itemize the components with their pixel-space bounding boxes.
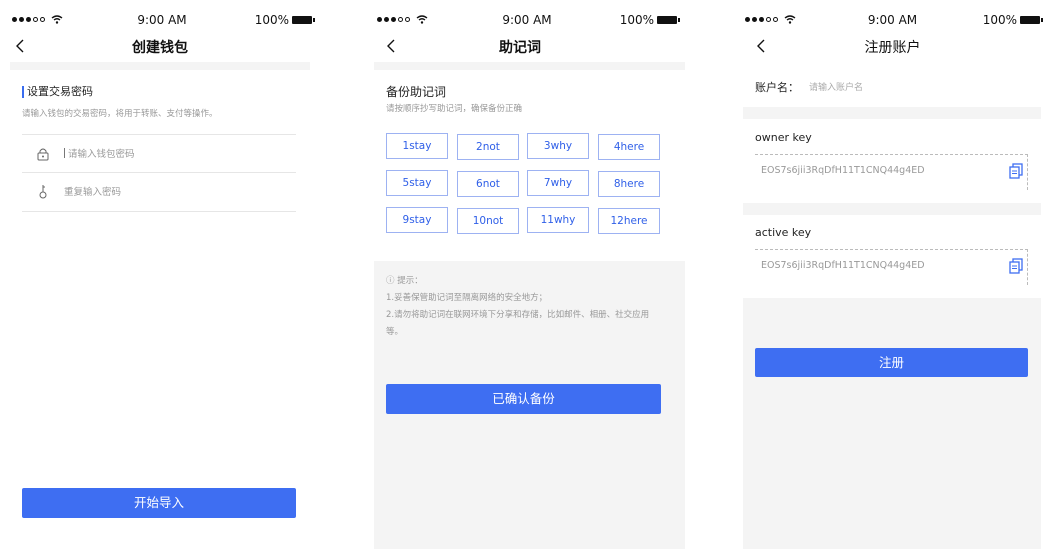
mnemonic-word: 10not [457,208,519,234]
register-button[interactable]: 注册 [755,348,1028,377]
divider [743,203,1041,215]
section-title: 设置交易密码 [22,86,93,98]
backup-description: 请按顺序抄写助记词，确保备份正确 [386,104,523,114]
status-bar: 9:00 AM 100% [745,12,1043,28]
nav-bar: 创建钱包 [0,30,320,62]
tip-line-1: 1.妥善保管助记词至隔离网络的安全地方； [386,293,548,303]
active-key-label: active key [755,226,812,239]
key-icon [36,184,50,199]
bottom-panel [743,298,1041,549]
tips-heading: ⓘ 提示： [386,276,423,286]
nav-bar: 注册账户 [735,30,1050,62]
mnemonic-word: 11why [527,207,589,233]
battery-percent: 100% [619,13,654,27]
page-title: 注册账户 [864,40,921,56]
backup-title: 备份助记词 [386,85,447,99]
battery-indicator: 100% [982,13,1043,27]
mnemonic-word: 9stay [386,207,448,233]
page-title: 创建钱包 [132,40,188,56]
battery-percent: 100% [982,13,1017,27]
screen-create-wallet: 9:00 AM 100% 创建钱包 设置交易密码 请输入钱包的交易密码，将用于转… [0,0,320,549]
active-key-value: EOS7s6jii3RqDfH11T1CNQ44g4ED [761,260,925,271]
mnemonic-word: 4here [598,134,660,160]
tips-text: ⓘ 提示： 1.妥善保管助记词至隔离网络的安全地方； 2.请勿将助记词在联网环境… [386,273,656,341]
status-bar: 9:00 AM 100% [12,12,315,28]
section-description: 请输入钱包的交易密码，将用于转账、支付等操作。 [22,109,218,119]
start-import-button[interactable]: 开始导入 [22,488,296,518]
lock-icon [36,146,50,161]
mnemonic-word: 5stay [386,170,448,196]
mnemonic-word: 3why [527,133,589,159]
screen-mnemonic: 9:00 AM 100% 助记词 备份助记词 请按顺序抄写助记词，确保备份正确 … [365,0,685,549]
mnemonic-word: 12here [598,208,660,234]
battery-indicator: 100% [254,13,315,27]
tip-line-2: 2.请勿将助记词在联网环境下分享和存储，比如邮件、相册、社交应用等。 [386,310,650,337]
owner-key-box: EOS7s6jii3RqDfH11T1CNQ44g4ED [755,154,1028,190]
divider [10,62,310,70]
battery-icon [292,16,315,24]
repeat-password-field[interactable]: 重复输入密码 [22,172,296,212]
password-placeholder: 请输入钱包密码 [68,149,135,160]
status-bar: 9:00 AM 100% [377,12,680,28]
owner-key-label: owner key [755,131,812,144]
mnemonic-word: 8here [598,171,660,197]
divider [374,62,685,70]
repeat-placeholder: 重复输入密码 [64,187,122,198]
account-input[interactable]: 请输入账户名 [809,80,959,93]
active-key-box: EOS7s6jii3RqDfH11T1CNQ44g4ED [755,249,1028,285]
nav-bar: 助记词 [365,30,685,62]
copy-icon[interactable] [1009,163,1023,179]
battery-indicator: 100% [619,13,680,27]
copy-icon[interactable] [1009,258,1023,274]
account-label: 账户名： [755,81,799,94]
mnemonic-word: 2not [457,134,519,160]
mnemonic-word: 6not [457,171,519,197]
mnemonic-word: 1stay [386,133,448,159]
mnemonic-word: 7why [527,170,589,196]
divider [743,107,1041,119]
battery-icon [657,16,680,24]
screen-register: 9:00 AM 100% 注册账户 账户名： 请输入账户名 owner key … [735,0,1050,549]
password-field[interactable]: 请输入钱包密码 [22,134,296,173]
battery-icon [1020,16,1043,24]
page-title: 助记词 [499,40,541,56]
owner-key-value: EOS7s6jii3RqDfH11T1CNQ44g4ED [761,165,925,176]
battery-percent: 100% [254,13,289,27]
confirm-backup-button[interactable]: 已确认备份 [386,384,661,414]
